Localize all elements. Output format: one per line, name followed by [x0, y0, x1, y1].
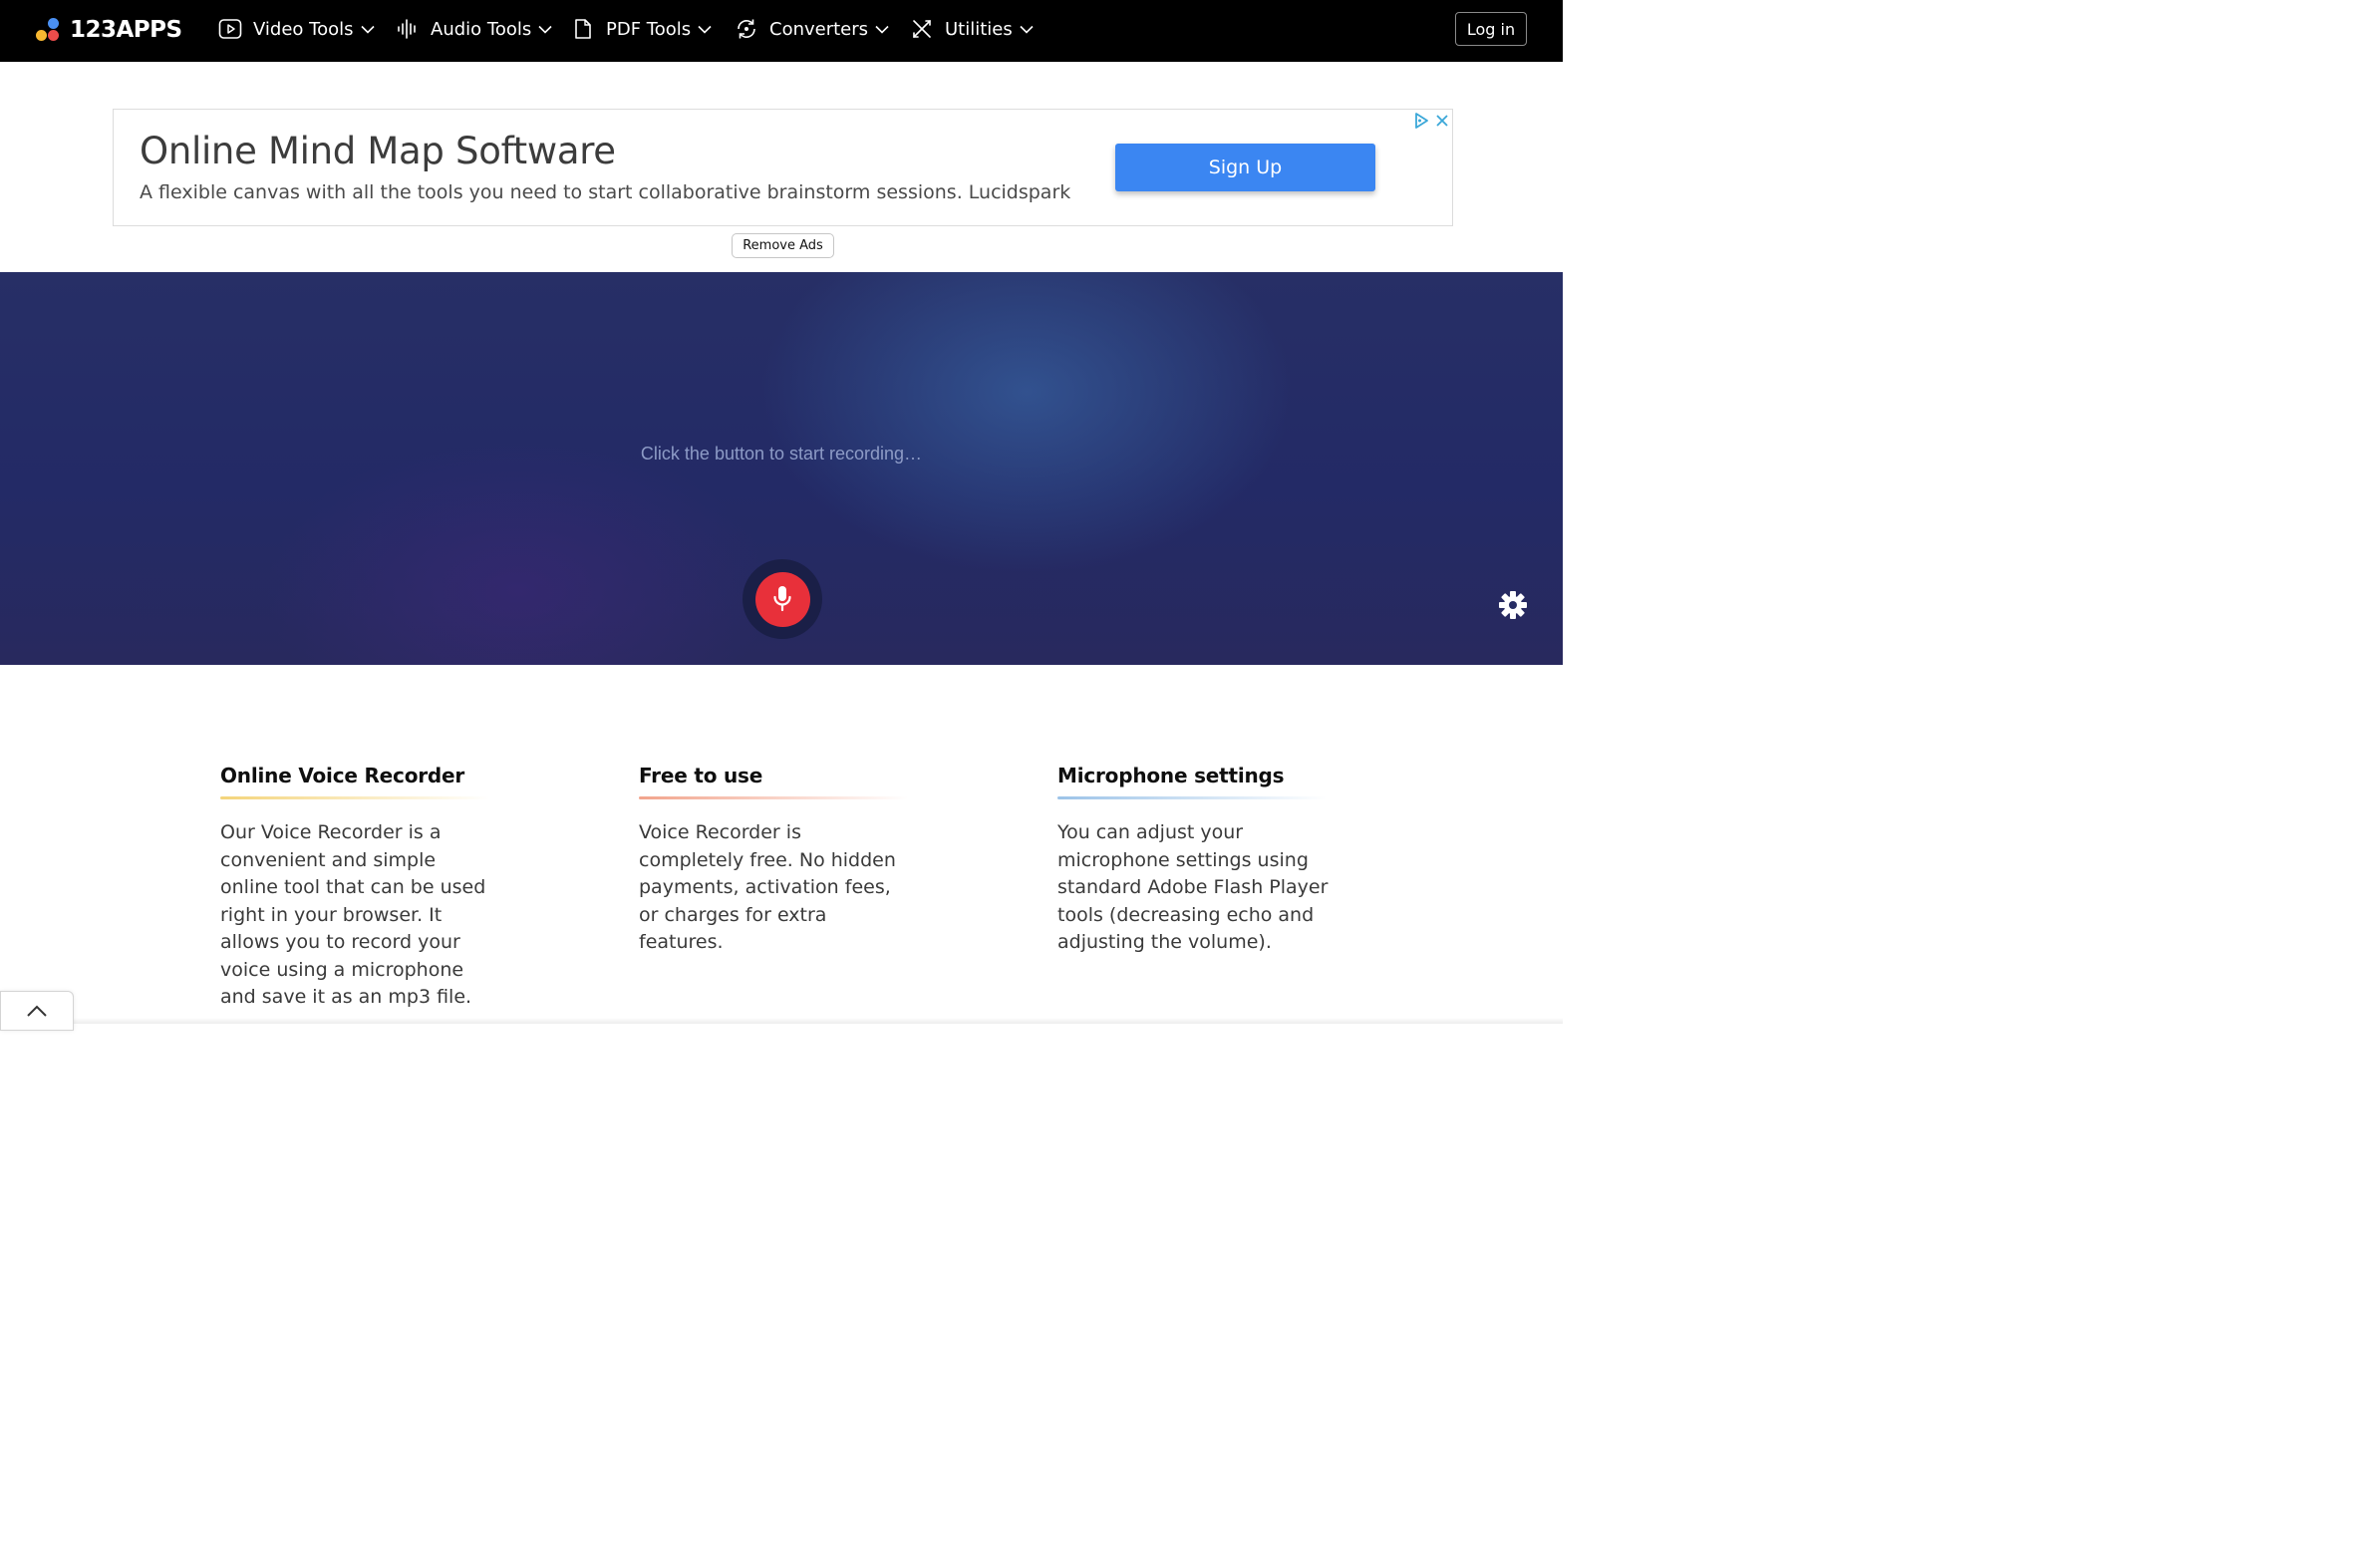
- audio-wave-icon: [395, 16, 421, 42]
- record-button-ring: [743, 559, 822, 639]
- chevron-down-icon: [698, 22, 712, 36]
- login-button[interactable]: Log in: [1455, 12, 1527, 46]
- ad-title[interactable]: Online Mind Map Software: [140, 130, 616, 172]
- logo-dots-icon: [36, 16, 64, 44]
- nav-audio-tools-label: Audio Tools: [431, 18, 532, 40]
- ad-description: A flexible canvas with all the tools you…: [140, 181, 1071, 203]
- video-play-icon: [217, 16, 243, 42]
- chevron-up-icon: [27, 1005, 47, 1017]
- feature-title: Free to use: [639, 764, 763, 787]
- feature-underline: [220, 796, 489, 799]
- nav-pdf-tools-label: PDF Tools: [606, 18, 692, 40]
- nav-pdf-tools[interactable]: PDF Tools: [570, 14, 712, 44]
- ad-choices-icon[interactable]: [1412, 112, 1430, 130]
- scroll-to-top-button[interactable]: [0, 991, 74, 1031]
- feature-title: Online Voice Recorder: [220, 764, 465, 787]
- nav-utilities-label: Utilities: [945, 18, 1013, 40]
- bottom-edge-shadow: [0, 1018, 1563, 1024]
- feature-text: You can adjust your microphone settings …: [1057, 821, 1329, 953]
- record-button[interactable]: [754, 571, 810, 627]
- settings-gear-icon[interactable]: [1498, 590, 1528, 620]
- chevron-down-icon: [875, 22, 889, 36]
- nav-converters[interactable]: Converters: [734, 14, 889, 44]
- feature-online-voice-recorder: Online Voice Recorder Our Voice Recorder…: [220, 764, 509, 1012]
- feature-title: Microphone settings: [1057, 764, 1285, 787]
- logo-text: 123APPS: [70, 17, 182, 43]
- feature-text: Our Voice Recorder is a convenient and s…: [220, 821, 486, 1008]
- feature-underline: [1057, 796, 1327, 799]
- remove-ads-button[interactable]: Remove Ads: [732, 233, 834, 258]
- chevron-down-icon: [360, 22, 375, 36]
- ad-banner[interactable]: Online Mind Map Software A flexible canv…: [113, 109, 1453, 226]
- chevron-down-icon: [1020, 22, 1034, 36]
- feature-underline: [639, 796, 908, 799]
- nav-converters-label: Converters: [769, 18, 869, 40]
- document-icon: [570, 16, 596, 42]
- nav-utilities[interactable]: Utilities: [909, 14, 1034, 44]
- site-logo[interactable]: 123APPS: [36, 14, 182, 46]
- ad-close-icon[interactable]: [1433, 112, 1451, 130]
- feature-free-to-use: Free to use Voice Recorder is completely…: [639, 764, 928, 957]
- chevron-down-icon: [538, 22, 552, 36]
- feature-microphone-settings: Microphone settings You can adjust your …: [1057, 764, 1346, 957]
- tools-icon: [909, 16, 935, 42]
- ad-signup-button[interactable]: Sign Up: [1115, 144, 1375, 191]
- recorder-panel: Click the button to start recording…: [0, 272, 1563, 665]
- feature-text: Voice Recorder is completely free. No hi…: [639, 821, 896, 953]
- nav-audio-tools[interactable]: Audio Tools: [395, 14, 552, 44]
- recording-prompt: Click the button to start recording…: [640, 444, 923, 464]
- nav-video-tools-label: Video Tools: [253, 18, 354, 40]
- microphone-icon: [773, 586, 791, 612]
- convert-cycle-icon: [734, 16, 759, 42]
- nav-video-tools[interactable]: Video Tools: [217, 14, 375, 44]
- top-navigation-bar: 123APPS Video Tools Audio Tools PDF Tool…: [0, 0, 1563, 62]
